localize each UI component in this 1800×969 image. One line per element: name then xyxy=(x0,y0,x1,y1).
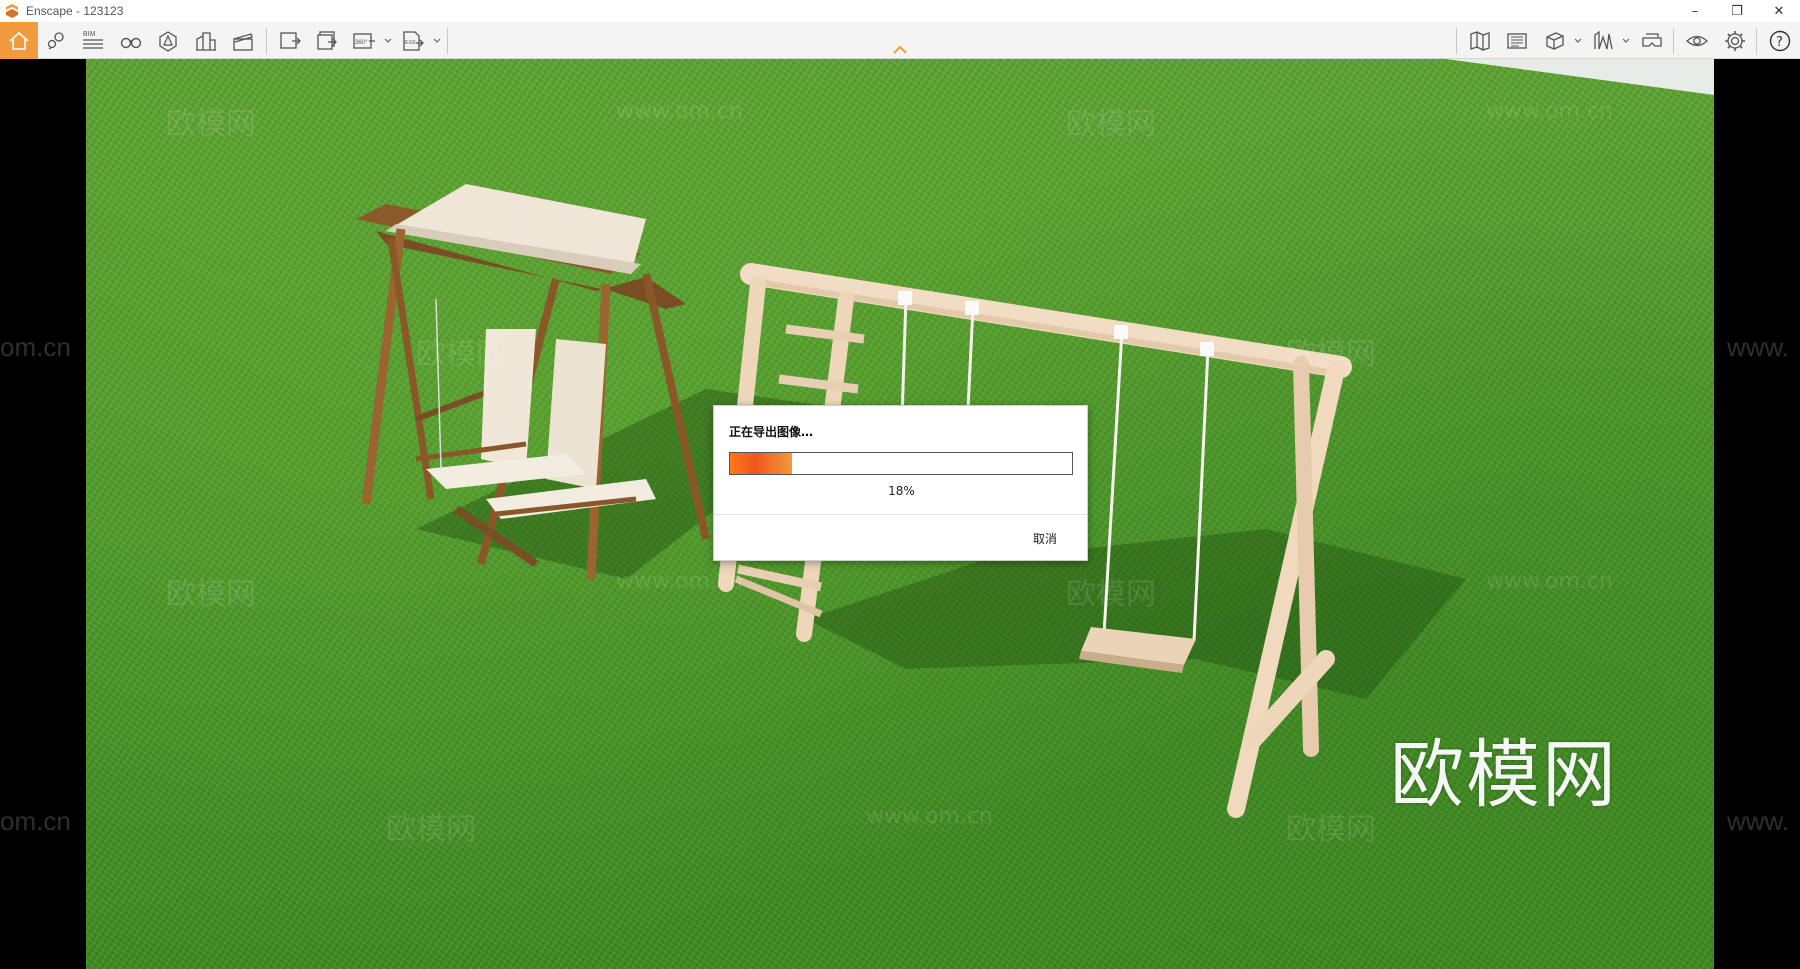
exe-label: EXE xyxy=(405,40,416,46)
help-label: ? xyxy=(1776,35,1783,50)
faint-watermark: 欧模网 xyxy=(416,337,506,372)
bim-icon: BIM xyxy=(83,31,103,49)
side-watermark-right: www. xyxy=(1727,806,1790,836)
chevron-down-icon[interactable] xyxy=(383,34,393,46)
export-progress-dialog: 正在导出图像… 18% 取消 xyxy=(713,405,1088,561)
help-button[interactable]: ? xyxy=(1765,26,1795,56)
faint-watermark: 欧模网 xyxy=(1066,577,1156,612)
faint-watermark: 欧模网 xyxy=(1066,107,1156,142)
clapper-icon xyxy=(233,33,253,51)
settings-gear-icon xyxy=(1725,31,1745,51)
pano-label: 360° xyxy=(355,40,368,46)
exe-export-icon: EXE xyxy=(403,31,424,51)
faint-watermark: www.om.cn xyxy=(616,99,743,124)
title-bar: Enscape - 123123 – ❐ ✕ xyxy=(0,0,1800,22)
chevron-down-icon[interactable] xyxy=(1573,34,1583,46)
building-icon xyxy=(196,32,216,51)
progress-fill xyxy=(730,453,792,474)
faint-watermark: 欧模网 xyxy=(166,577,256,612)
screenshot-export-button[interactable] xyxy=(275,26,305,56)
progress-percent-label: 18% xyxy=(888,484,915,498)
binoculars-button[interactable] xyxy=(116,26,146,56)
screenshot-export-icon xyxy=(280,32,301,49)
panorama-export-button[interactable]: 360° xyxy=(349,26,379,56)
dialog-divider xyxy=(714,514,1087,515)
binoculars-icon xyxy=(120,37,142,49)
toolbar-separator xyxy=(1456,28,1457,54)
bim-label: BIM xyxy=(83,31,96,38)
video-editor-button[interactable] xyxy=(228,26,258,56)
eye-button[interactable] xyxy=(1682,26,1712,56)
vr-headset-button[interactable] xyxy=(1637,26,1667,56)
faint-watermark: www.om.cn xyxy=(616,569,743,594)
building-button[interactable] xyxy=(191,26,221,56)
progress-bar xyxy=(729,452,1073,475)
batch-export-button[interactable] xyxy=(312,26,342,56)
dialog-title: 正在导出图像… xyxy=(729,425,814,439)
settings-button[interactable] xyxy=(1720,26,1750,56)
side-watermark-right: www. xyxy=(1727,332,1790,362)
side-watermark-left: om.cn xyxy=(0,332,71,362)
collapse-toolbar-icon[interactable] xyxy=(891,44,909,56)
enscape-logo-icon xyxy=(6,4,18,18)
window-controls: – ❐ ✕ xyxy=(1674,0,1800,22)
side-watermark-left: om.cn xyxy=(0,806,71,836)
location-pin-icon xyxy=(47,32,64,50)
batch-export-icon xyxy=(317,31,337,50)
panorama-360-icon: 360° xyxy=(353,33,375,49)
home-button[interactable] xyxy=(0,22,38,59)
exe-export-button[interactable]: EXE xyxy=(398,26,428,56)
visual-settings-icon xyxy=(159,31,177,52)
faint-watermark: 欧模网 xyxy=(386,812,476,847)
views-icon xyxy=(1507,33,1527,49)
map-icon xyxy=(1470,31,1490,51)
faint-watermark: 欧模网 xyxy=(1286,337,1376,372)
minimize-button[interactable]: – xyxy=(1674,0,1716,22)
bim-button[interactable]: BIM xyxy=(78,26,108,56)
cube-button[interactable] xyxy=(1540,26,1570,56)
cube-icon xyxy=(1546,32,1564,50)
home-icon xyxy=(9,31,29,50)
chevron-down-icon[interactable] xyxy=(432,34,442,46)
location-button[interactable] xyxy=(41,26,71,56)
toolbar-separator xyxy=(1673,28,1674,54)
views-button[interactable] xyxy=(1502,26,1532,56)
faint-watermark: 欧模网 xyxy=(1286,812,1376,847)
faint-watermark: www.om.cn xyxy=(866,804,993,829)
toolbar-separator xyxy=(447,28,448,54)
cancel-button[interactable]: 取消 xyxy=(1033,530,1057,547)
visual-settings-button[interactable] xyxy=(153,26,183,56)
help-icon: ? xyxy=(1769,30,1791,52)
eye-icon xyxy=(1686,35,1708,47)
asset-library-icon xyxy=(1594,30,1613,50)
restore-button[interactable]: ❐ xyxy=(1716,0,1758,22)
faint-watermark: www.om.cn xyxy=(1486,99,1613,124)
chevron-down-icon[interactable] xyxy=(1621,34,1631,46)
close-button[interactable]: ✕ xyxy=(1758,0,1800,22)
vr-headset-icon xyxy=(1642,33,1662,47)
watermark-logo: 欧模网 xyxy=(1390,732,1618,818)
faint-watermark: 欧模网 xyxy=(166,107,256,142)
asset-library-button[interactable] xyxy=(1588,26,1618,56)
toolbar-separator xyxy=(1756,28,1757,54)
map-button[interactable] xyxy=(1465,26,1495,56)
toolbar-separator xyxy=(266,28,267,54)
faint-watermark: www.om.cn xyxy=(1486,569,1613,594)
window-title: Enscape - 123123 xyxy=(26,4,124,18)
